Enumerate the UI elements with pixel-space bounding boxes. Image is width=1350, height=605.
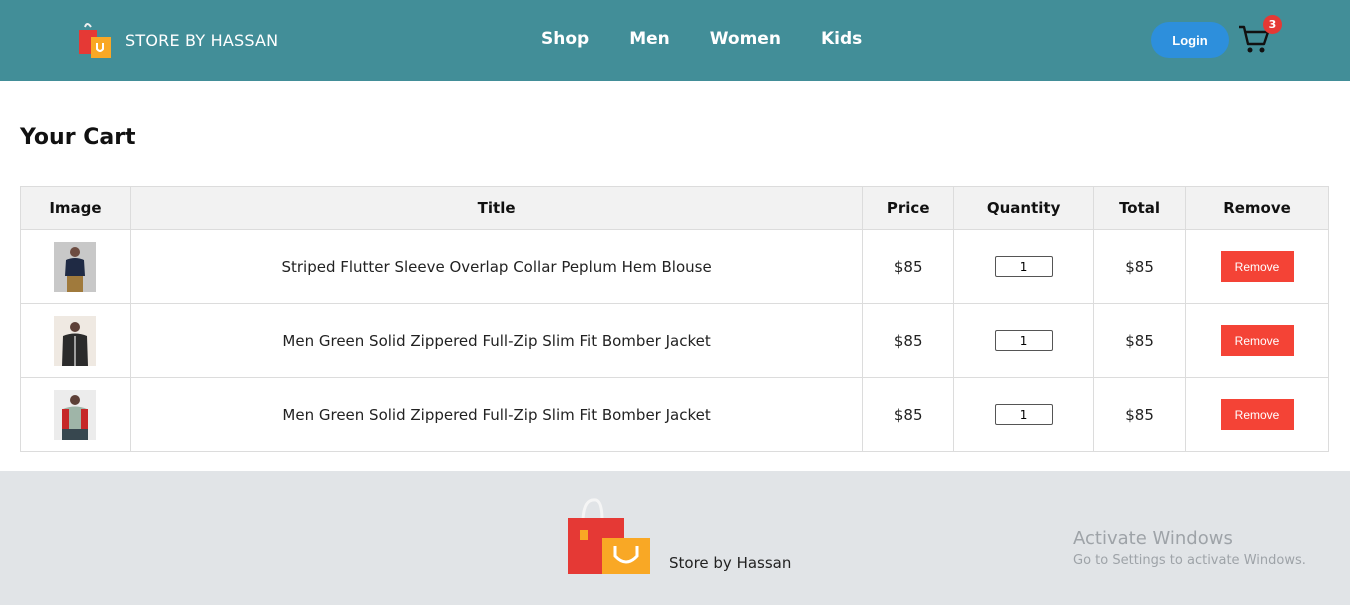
- cart-count-badge: 3: [1263, 15, 1282, 34]
- main-nav: Shop Men Women Kids: [541, 29, 902, 49]
- product-image-cell: [20, 303, 131, 378]
- quantity-input[interactable]: [994, 256, 1053, 277]
- quantity-input[interactable]: [994, 330, 1053, 351]
- product-total: $85: [1093, 229, 1187, 304]
- activate-windows-watermark: Activate Windows Go to Settings to activ…: [1073, 528, 1306, 568]
- shopping-bags-icon: [79, 23, 111, 58]
- product-total: $85: [1093, 303, 1187, 378]
- site-footer: Store by Hassan Activate Windows Go to S…: [0, 471, 1350, 605]
- login-button[interactable]: Login: [1151, 22, 1229, 58]
- remove-cell: Remove: [1185, 303, 1329, 378]
- brand[interactable]: STORE BY HASSAN: [76, 21, 278, 59]
- column-header-price: Price: [862, 186, 955, 230]
- column-header-image: Image: [20, 186, 131, 230]
- column-header-title: Title: [129, 186, 864, 230]
- product-price: $85: [862, 229, 955, 304]
- remove-button[interactable]: Remove: [1220, 399, 1294, 430]
- product-image-cell: [20, 229, 131, 304]
- remove-button[interactable]: Remove: [1220, 251, 1294, 282]
- nav-kids[interactable]: Kids: [821, 29, 862, 49]
- nav-men[interactable]: Men: [629, 29, 670, 49]
- nav-women[interactable]: Women: [710, 29, 781, 49]
- column-header-quantity: Quantity: [953, 186, 1095, 230]
- remove-cell: Remove: [1185, 377, 1329, 452]
- table-header-row: Image Title Price Quantity Total Remove: [20, 186, 1329, 230]
- product-total: $85: [1093, 377, 1187, 452]
- shopping-bags-icon: [568, 498, 650, 574]
- watermark-title: Activate Windows: [1073, 528, 1233, 549]
- product-image-cell: [20, 377, 131, 452]
- brand-name: STORE BY HASSAN: [125, 30, 279, 50]
- table-row: Men Green Solid Zippered Full-Zip Slim F…: [20, 377, 1329, 452]
- remove-button[interactable]: Remove: [1220, 325, 1294, 356]
- quantity-cell: [953, 303, 1095, 378]
- watermark-subtitle: Go to Settings to activate Windows.: [1073, 553, 1306, 568]
- product-title: Striped Flutter Sleeve Overlap Collar Pe…: [129, 229, 864, 304]
- page-title: Your Cart: [20, 125, 136, 150]
- remove-cell: Remove: [1185, 229, 1329, 304]
- cart-table: Image Title Price Quantity Total Remove …: [20, 186, 1329, 452]
- site-header: STORE BY HASSAN Shop Men Women Kids Logi…: [0, 0, 1350, 81]
- quantity-cell: [953, 229, 1095, 304]
- product-title: Men Green Solid Zippered Full-Zip Slim F…: [129, 377, 864, 452]
- product-title: Men Green Solid Zippered Full-Zip Slim F…: [129, 303, 864, 378]
- product-price: $85: [862, 303, 955, 378]
- product-price: $85: [862, 377, 955, 452]
- quantity-cell: [953, 377, 1095, 452]
- column-header-remove: Remove: [1185, 186, 1329, 230]
- product-thumbnail[interactable]: [54, 315, 97, 366]
- product-thumbnail[interactable]: [54, 389, 97, 440]
- column-header-total: Total: [1093, 186, 1187, 230]
- nav-shop[interactable]: Shop: [541, 29, 589, 49]
- table-row: Men Green Solid Zippered Full-Zip Slim F…: [20, 303, 1329, 378]
- product-thumbnail[interactable]: [54, 241, 97, 292]
- table-row: Striped Flutter Sleeve Overlap Collar Pe…: [20, 229, 1329, 304]
- footer-brand-name: Store by Hassan: [669, 554, 792, 572]
- quantity-input[interactable]: [994, 404, 1053, 425]
